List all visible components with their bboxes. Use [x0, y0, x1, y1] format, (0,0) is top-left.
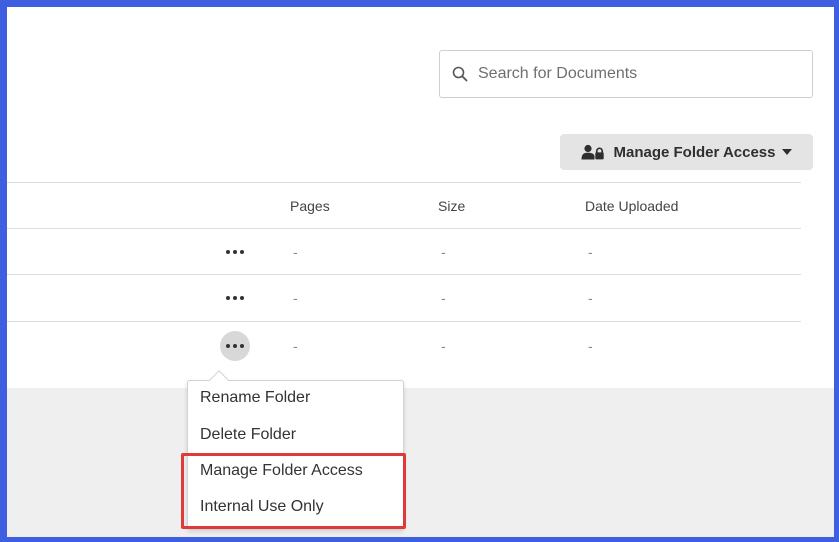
row-actions-button-active[interactable] [220, 331, 250, 361]
cell-size: - [441, 290, 446, 306]
cell-date: - [588, 244, 593, 260]
search-icon [452, 66, 468, 82]
more-icon-dot [240, 296, 244, 300]
documents-panel: Manage Folder Access Pages Size Date Upl… [7, 7, 834, 388]
divider [7, 274, 801, 275]
manage-folder-access-button[interactable]: Manage Folder Access [560, 134, 813, 170]
cell-date: - [588, 290, 593, 306]
more-icon-dot [233, 250, 237, 254]
cell-size: - [441, 244, 446, 260]
menu-item-manage-folder-access[interactable]: Manage Folder Access [200, 462, 363, 480]
more-icon-dot [233, 344, 237, 348]
cell-pages: - [293, 244, 298, 260]
divider [7, 182, 801, 183]
cell-date: - [588, 338, 593, 354]
search-input[interactable] [478, 65, 778, 83]
folder-context-menu: Rename Folder Delete Folder Manage Folde… [187, 380, 404, 530]
more-icon [226, 344, 230, 348]
more-icon-dot [240, 344, 244, 348]
column-header-size: Size [438, 198, 466, 214]
row-actions-button[interactable] [220, 283, 250, 313]
more-icon-dot [240, 250, 244, 254]
users-lock-icon [581, 144, 605, 160]
cell-size: - [441, 338, 446, 354]
more-icon-dot [233, 296, 237, 300]
app-frame: Manage Folder Access Pages Size Date Upl… [7, 7, 834, 537]
cell-pages: - [293, 290, 298, 306]
more-icon [226, 250, 230, 254]
column-header-date-uploaded: Date Uploaded [585, 198, 679, 214]
column-header-pages: Pages [290, 198, 330, 214]
divider [7, 321, 801, 322]
row-actions-button[interactable] [220, 237, 250, 267]
menu-item-internal-use-only[interactable]: Internal Use Only [200, 498, 324, 516]
manage-folder-access-label: Manage Folder Access [613, 143, 776, 161]
search-box[interactable] [439, 50, 813, 98]
menu-item-delete-folder[interactable]: Delete Folder [200, 426, 296, 444]
caret-down-icon [781, 149, 792, 155]
cell-pages: - [293, 338, 298, 354]
more-icon [226, 296, 230, 300]
divider [7, 228, 801, 229]
menu-item-rename-folder[interactable]: Rename Folder [200, 389, 310, 407]
